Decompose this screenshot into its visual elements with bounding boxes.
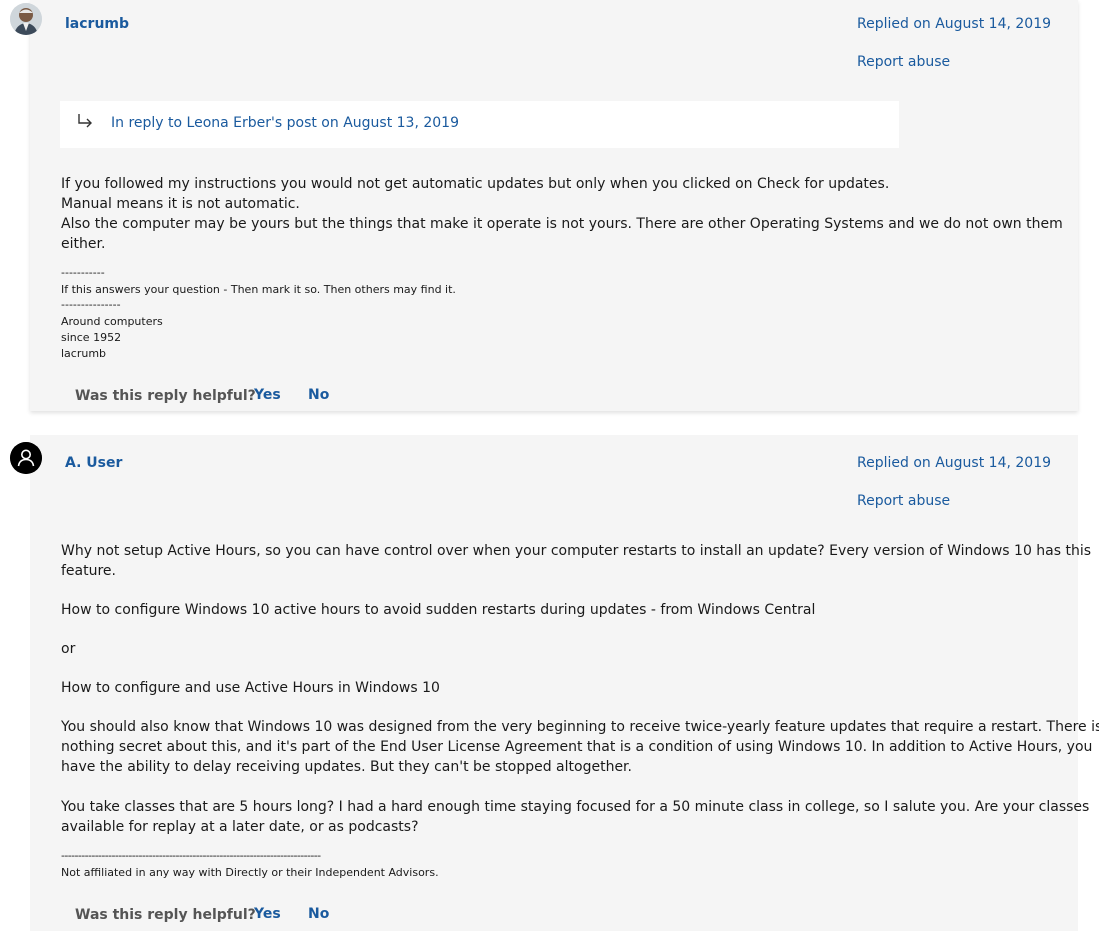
- user-avatar-icon[interactable]: [10, 442, 42, 474]
- reply-card: lacrumb Replied on August 14, 2019 Repor…: [30, 0, 1078, 411]
- report-abuse-link[interactable]: Report abuse: [857, 54, 950, 70]
- vote-yes-button[interactable]: Yes: [254, 906, 281, 922]
- reply-date: Replied on August 14, 2019: [857, 16, 1052, 32]
- signature-line: Around computers: [61, 315, 163, 328]
- vote-no-button[interactable]: No: [308, 387, 329, 403]
- body-line: Manual means it is not automatic.: [61, 196, 300, 212]
- signature-line: since 1952: [61, 331, 122, 344]
- body-line: nothing secret about this, and it's part…: [61, 739, 1093, 755]
- body-line: If you followed my instructions you woul…: [61, 176, 890, 192]
- body-line: You take classes that are 5 hours long? …: [61, 799, 1090, 815]
- body-line: available for replay at a later date, or…: [61, 819, 419, 835]
- body-line: feature.: [61, 563, 116, 579]
- author-name[interactable]: lacrumb: [65, 16, 129, 32]
- signature-line: If this answers your question - Then mar…: [61, 283, 456, 296]
- vote-no-button[interactable]: No: [308, 906, 329, 922]
- helpful-question: Was this reply helpful?: [75, 907, 256, 923]
- signature-line: -----------: [61, 266, 105, 279]
- signature-line: ---------------: [61, 298, 121, 311]
- signature-line: ----------------------------------------…: [61, 849, 321, 862]
- in-reply-to-link[interactable]: In reply to Leona Erber's post on August…: [111, 115, 459, 131]
- body-line: have the ability to delay receiving upda…: [61, 759, 632, 775]
- author-name[interactable]: A. User: [65, 455, 122, 471]
- body-line: Why not setup Active Hours, so you can h…: [61, 543, 1092, 559]
- reply-card: A. User Replied on August 14, 2019 Repor…: [30, 435, 1099, 931]
- active-hours-link[interactable]: How to configure and use Active Hours in…: [61, 678, 440, 698]
- body-line: Also the computer may be yours but the t…: [61, 216, 1063, 232]
- body-line: or: [61, 641, 76, 657]
- author-avatar[interactable]: [10, 3, 42, 35]
- reply-arrow-icon: [75, 112, 95, 136]
- signature-line: Not affiliated in any way with Directly …: [61, 866, 439, 879]
- signature-line: lacrumb: [61, 347, 107, 360]
- reply-date: Replied on August 14, 2019: [857, 455, 1052, 471]
- helpful-question: Was this reply helpful?: [75, 388, 256, 404]
- body-line: You should also know that Windows 10 was…: [61, 719, 1099, 735]
- body-line: either.: [61, 236, 106, 252]
- windows-central-link[interactable]: How to configure Windows 10 active hours…: [61, 600, 815, 620]
- in-reply-to-box: In reply to Leona Erber's post on August…: [60, 101, 899, 148]
- report-abuse-link[interactable]: Report abuse: [857, 493, 950, 509]
- vote-yes-button[interactable]: Yes: [254, 387, 281, 403]
